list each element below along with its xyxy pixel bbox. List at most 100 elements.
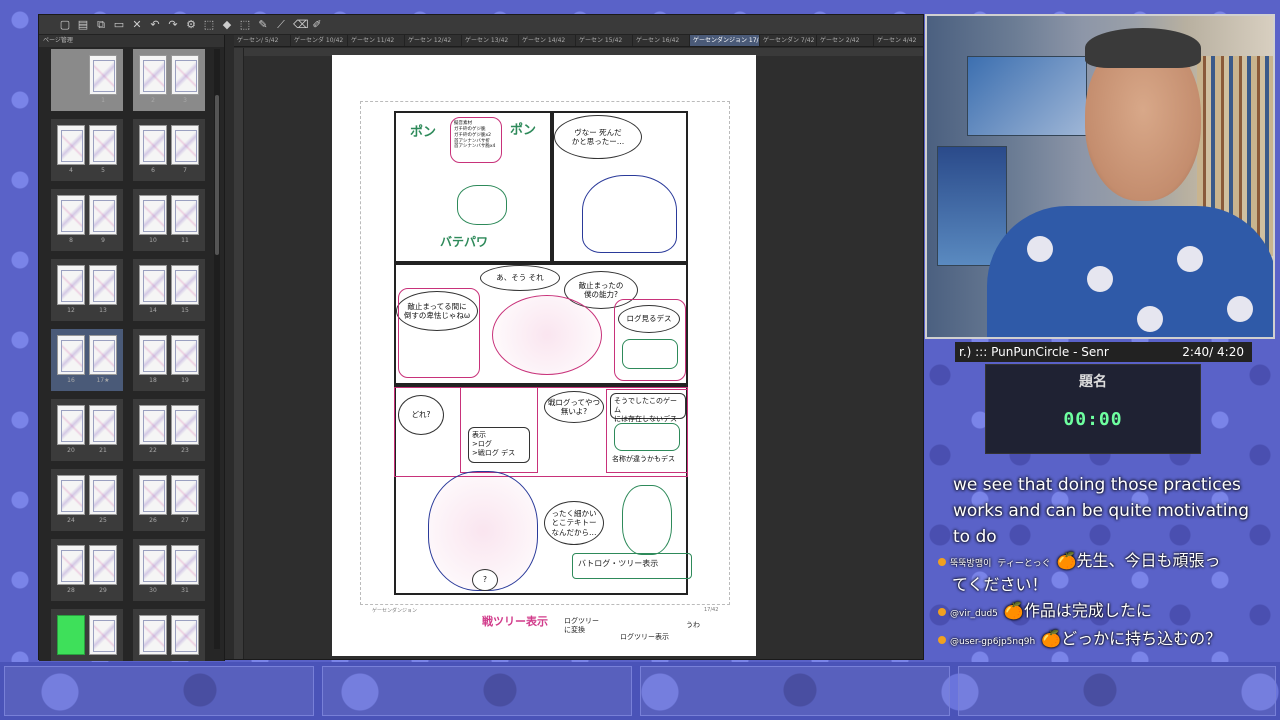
page-number: 2 bbox=[151, 97, 155, 104]
page-footer-left: ゲーセンダンジョン bbox=[372, 608, 418, 614]
page-thumbnail[interactable] bbox=[139, 405, 167, 445]
page-thumbnail[interactable] bbox=[171, 55, 199, 95]
page-thumbnail[interactable] bbox=[139, 545, 167, 585]
page-thumbnail[interactable] bbox=[171, 335, 199, 375]
page-thumbnail[interactable] bbox=[171, 475, 199, 515]
page-spread-thumbnail[interactable]: 28 29 bbox=[51, 539, 123, 601]
bubble-7: 戦ログってやつ無いよ? bbox=[544, 391, 604, 423]
page-spread-thumbnail[interactable] bbox=[51, 609, 123, 661]
panel-title: ページ管理 bbox=[39, 35, 224, 47]
eraser-icon[interactable]: ⌫ bbox=[293, 18, 309, 31]
character-sketch-3 bbox=[492, 295, 602, 375]
document-tab[interactable]: ゲーセンダンジョン 17/42 bbox=[690, 35, 760, 46]
page-number: 25 bbox=[99, 517, 107, 524]
page-number: 6 bbox=[151, 167, 155, 174]
page-thumbnail[interactable] bbox=[57, 195, 85, 235]
page-spread-thumbnail[interactable]: 1 bbox=[51, 49, 123, 111]
new-page-icon[interactable]: ▢ bbox=[59, 18, 71, 31]
page-thumbnail[interactable] bbox=[57, 125, 85, 165]
redo-icon[interactable]: ↷ bbox=[167, 18, 179, 31]
document-tab[interactable]: ゲーセン 15/42 bbox=[576, 35, 633, 46]
page-manager-panel: ページ管理 1 2 3 4 5 6 7 8 9 10 11 12 13 14 15 16 17★ 18 19 20 21… bbox=[39, 35, 225, 661]
page-spread-thumbnail[interactable] bbox=[133, 609, 205, 661]
brush-icon[interactable]: ✐ bbox=[311, 18, 323, 31]
page-thumbnail[interactable] bbox=[139, 335, 167, 375]
page-thumbnail[interactable] bbox=[139, 265, 167, 305]
page-thumbnail[interactable] bbox=[89, 405, 117, 445]
folder-icon[interactable]: ▭ bbox=[113, 18, 125, 31]
page-thumbnail[interactable] bbox=[171, 265, 199, 305]
page-thumbnail[interactable] bbox=[89, 55, 117, 95]
page-number: 8 bbox=[69, 237, 73, 244]
page-number: 23 bbox=[181, 447, 189, 454]
document-tab[interactable]: ゲーセンダ 10/42 bbox=[291, 35, 348, 46]
page-thumbnail[interactable] bbox=[57, 335, 85, 375]
page-thumbnail[interactable] bbox=[171, 195, 199, 235]
duplicate-icon[interactable]: ⧉ bbox=[95, 18, 107, 31]
page-thumbnail[interactable] bbox=[89, 335, 117, 375]
page-thumbnail[interactable] bbox=[57, 55, 85, 95]
page-spread-thumbnail[interactable]: 23 bbox=[133, 49, 205, 111]
page-thumbnail[interactable] bbox=[139, 475, 167, 515]
page-thumbnail[interactable] bbox=[139, 615, 167, 655]
chat-text: 先生、今日も頑張っ bbox=[1076, 551, 1221, 570]
document-tab[interactable]: ゲーセン 12/42 bbox=[405, 35, 462, 46]
delete-icon[interactable]: ✕ bbox=[131, 18, 143, 31]
page-spread-thumbnail[interactable]: 12 13 bbox=[51, 259, 123, 321]
page-thumbnail[interactable] bbox=[171, 405, 199, 445]
page-spread-thumbnail[interactable]: 10 11 bbox=[133, 189, 205, 251]
page-thumbnail[interactable] bbox=[139, 55, 167, 95]
select-icon[interactable]: ⬚ bbox=[239, 18, 251, 31]
page-thumbnail[interactable] bbox=[89, 615, 117, 655]
undo-icon[interactable]: ↶ bbox=[149, 18, 161, 31]
page-thumbnail[interactable] bbox=[89, 265, 117, 305]
page-number: 19 bbox=[181, 377, 189, 384]
page-thumbnail[interactable] bbox=[89, 195, 117, 235]
page-thumbnail[interactable] bbox=[171, 545, 199, 585]
page-thumbnail[interactable] bbox=[89, 545, 117, 585]
document-tab[interactable]: ゲーセン 2/42 bbox=[817, 35, 874, 46]
document-tab[interactable]: ゲーセン 11/42 bbox=[348, 35, 405, 46]
page-spread-thumbnail[interactable]: 26 27 bbox=[133, 469, 205, 531]
pen-icon[interactable]: ✎ bbox=[257, 18, 269, 31]
page-thumbnail[interactable] bbox=[57, 265, 85, 305]
page-thumbnail[interactable] bbox=[171, 125, 199, 165]
page-thumbnail[interactable] bbox=[139, 125, 167, 165]
document-tab[interactable]: ゲーセン 13/42 bbox=[462, 35, 519, 46]
transform-icon[interactable]: ⬚ bbox=[203, 18, 215, 31]
chat-username: 뚝뚝방맹이 bbox=[950, 559, 992, 569]
page-thumbnail[interactable] bbox=[89, 125, 117, 165]
page-spread-thumbnail[interactable]: 24 25 bbox=[51, 469, 123, 531]
page-spread-thumbnail[interactable]: 89 bbox=[51, 189, 123, 251]
panel-scroll-thumb[interactable] bbox=[215, 95, 219, 255]
page-thumbnail[interactable] bbox=[57, 475, 85, 515]
page-thumbnail[interactable] bbox=[57, 545, 85, 585]
manga-page[interactable]: ポン ポン 擬音素材 ガチ砕のゲジ脆 ガチ砕のゲジ脆x2 首アシナンバサ折 首ア… bbox=[332, 55, 756, 656]
page-spread-thumbnail[interactable]: 14 15 bbox=[133, 259, 205, 321]
settings-icon[interactable]: ⚙ bbox=[185, 18, 197, 31]
window-sketch-1 bbox=[622, 339, 678, 369]
document-tab[interactable]: ゲーセン/ 5/42 bbox=[234, 35, 291, 46]
page-number: 22 bbox=[149, 447, 157, 454]
document-tab[interactable]: ゲーセン 14/42 bbox=[519, 35, 576, 46]
document-tab[interactable]: ゲーセン 4/42 bbox=[874, 35, 923, 46]
page-thumbnail[interactable] bbox=[57, 405, 85, 445]
fill-icon[interactable]: ◆ bbox=[221, 18, 233, 31]
page-icon[interactable]: ▤ bbox=[77, 18, 89, 31]
document-tab[interactable]: ゲーセンダン 7/42 bbox=[760, 35, 817, 46]
chat-message-1-cont: てください！ bbox=[952, 574, 1048, 596]
ruler-icon[interactable]: ⟋ bbox=[275, 18, 287, 31]
page-thumbnail[interactable] bbox=[139, 195, 167, 235]
page-number: 17★ bbox=[96, 377, 110, 384]
page-thumbnail[interactable] bbox=[171, 615, 199, 655]
page-spread-thumbnail[interactable]: 30 31 bbox=[133, 539, 205, 601]
page-spread-thumbnail[interactable]: 22 23 bbox=[133, 399, 205, 461]
page-thumbnail[interactable] bbox=[57, 615, 85, 655]
page-spread-thumbnail[interactable]: 16 17★ bbox=[51, 329, 123, 391]
page-spread-thumbnail[interactable]: 20 21 bbox=[51, 399, 123, 461]
document-tab[interactable]: ゲーセン 16/42 bbox=[633, 35, 690, 46]
page-spread-thumbnail[interactable]: 45 bbox=[51, 119, 123, 181]
page-spread-thumbnail[interactable]: 67 bbox=[133, 119, 205, 181]
page-thumbnail[interactable] bbox=[89, 475, 117, 515]
page-spread-thumbnail[interactable]: 18 19 bbox=[133, 329, 205, 391]
